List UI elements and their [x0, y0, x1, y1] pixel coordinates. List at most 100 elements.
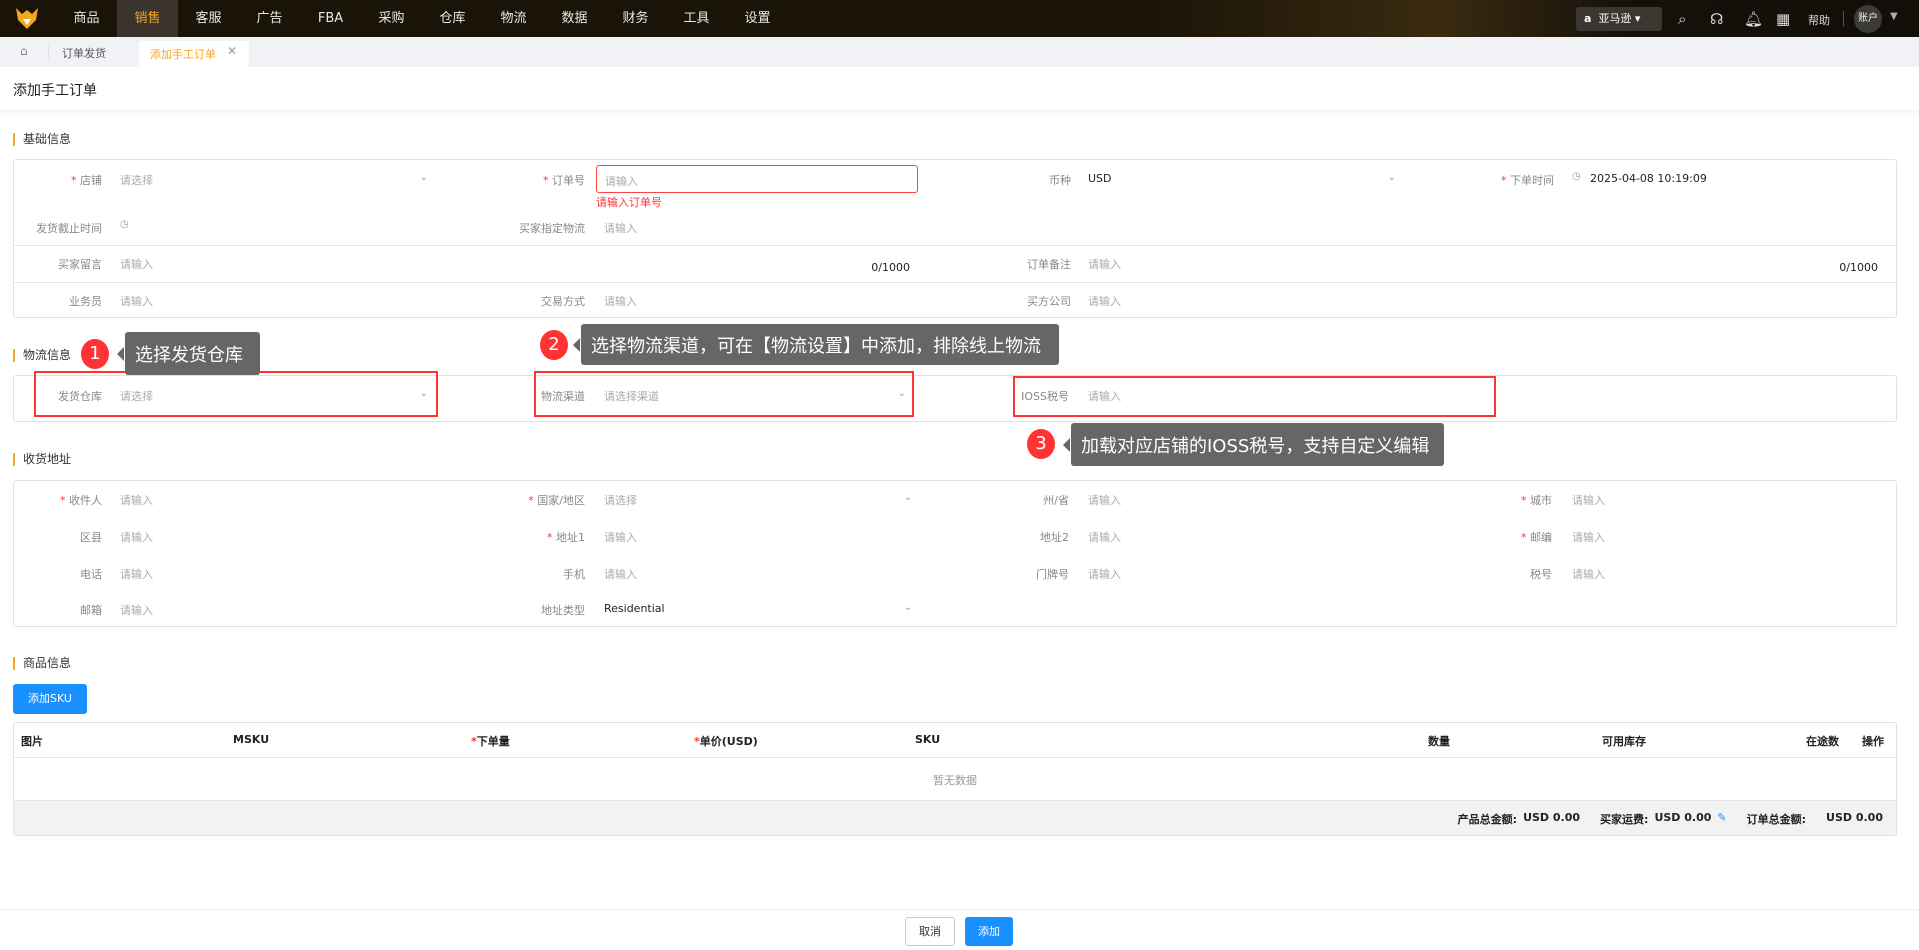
section-basic-info: 基础信息 [13, 133, 71, 146]
currency-select[interactable]: USD ⌄ [1084, 166, 1400, 192]
nav-item[interactable]: 采购 [361, 0, 422, 37]
table-header-cell: 操作 [1862, 735, 1884, 748]
account-dropdown-icon[interactable]: ▼ [1890, 11, 1898, 22]
address-input[interactable]: 请输入 [600, 560, 916, 586]
address-field-label: 手机 [563, 568, 585, 581]
tab-add-manual-order[interactable]: 添加手工订单 ✕ [139, 41, 249, 67]
nav-item[interactable]: 广告 [239, 0, 300, 37]
edit-icon[interactable]: ✎ [1717, 811, 1726, 827]
address-input[interactable]: 请输入 [116, 523, 432, 549]
address-input[interactable]: 请输入 [1084, 523, 1400, 549]
table-header-cell: *单价(USD) [694, 735, 758, 748]
ship-deadline-picker[interactable]: ◷ [116, 214, 416, 240]
store-label: * 店铺 [71, 174, 102, 187]
address-select[interactable]: 请选择 ⌄ [600, 486, 916, 512]
order-no-input[interactable]: 请输入 [596, 165, 918, 193]
order-time-label: * 下单时间 [1501, 174, 1554, 187]
buyer-logistics-label: 买家指定物流 [519, 222, 585, 235]
nav-item[interactable]: 商品 [56, 0, 117, 37]
ioss-label: IOSS税号 [1021, 390, 1069, 403]
help-link[interactable]: 帮助 [1808, 12, 1830, 28]
address-field-label: * 收件人 [60, 494, 102, 507]
table-header-cell: 可用库存 [1602, 735, 1646, 748]
cancel-button[interactable]: 取消 [905, 917, 955, 946]
char-counter: 0/1000 [871, 261, 910, 274]
table-header-cell: 在途数 [1806, 735, 1839, 748]
address-input[interactable]: 请输入 [116, 596, 432, 622]
apps-icon[interactable]: ▦ [1776, 10, 1790, 28]
nav-item[interactable]: 工具 [666, 0, 727, 37]
trade-method-label: 交易方式 [541, 295, 585, 308]
order-no-label: * 订单号 [543, 174, 585, 187]
home-icon[interactable]: ⌂ [20, 44, 28, 58]
chevron-down-icon: ⌄ [1387, 172, 1396, 183]
trade-method-input[interactable]: 请输入 [600, 287, 916, 313]
order-note-textarea[interactable]: 请输入 0/1000 [1084, 250, 1884, 278]
channel-label: 物流渠道 [541, 390, 585, 403]
ioss-input[interactable]: 请输入 [1084, 382, 1484, 408]
address-field-label: * 城市 [1521, 494, 1552, 507]
nav-item[interactable]: 仓库 [422, 0, 483, 37]
nav-item[interactable]: 财务 [605, 0, 666, 37]
chevron-down-icon: ⌄ [419, 172, 428, 183]
order-no-error: 请输入订单号 [596, 196, 662, 209]
submit-add-button[interactable]: 添加 [965, 917, 1013, 946]
store-select[interactable]: 请选择 ⌄ [116, 166, 432, 192]
logo-icon[interactable] [14, 6, 40, 30]
table-header-cell: MSKU [233, 733, 270, 746]
nav-item[interactable]: 物流 [483, 0, 544, 37]
close-icon[interactable]: ✕ [227, 44, 237, 58]
address-input[interactable]: 请输入 [1568, 523, 1884, 549]
address-input[interactable]: 请输入 [1084, 486, 1400, 512]
warehouse-select[interactable]: 请选择 ⌄ [116, 382, 432, 408]
nav-item[interactable]: 数据 [544, 0, 605, 37]
address-input[interactable]: 请输入 [116, 560, 432, 586]
address-input[interactable]: 请输入 [1568, 486, 1884, 512]
nav-item[interactable]: FBA [300, 0, 361, 37]
buyer-message-textarea[interactable]: 请输入 0/1000 [116, 250, 916, 278]
address-field-label: 地址类型 [541, 604, 585, 617]
callout-number-1: 1 [81, 339, 109, 369]
search-icon[interactable]: ⌕ [1678, 10, 1686, 28]
tab-order-shipping[interactable]: 订单发货 [62, 45, 106, 61]
page-title: 添加手工订单 [13, 83, 97, 99]
callout-2: 选择物流渠道，可在【物流设置】中添加，排除线上物流 [573, 324, 1059, 365]
address-field-label: 区县 [80, 531, 102, 544]
account-avatar[interactable]: 账户 [1854, 5, 1882, 33]
marketplace-selector[interactable]: a 亚马逊 ▾ [1576, 7, 1662, 31]
buyer-company-input[interactable]: 请输入 [1084, 287, 1400, 313]
headset-icon[interactable]: ☊ [1710, 10, 1723, 28]
nav-item[interactable]: 设置 [727, 0, 788, 37]
empty-state: 暂无数据 [933, 774, 977, 787]
add-sku-button[interactable]: 添加SKU [13, 684, 87, 714]
warehouse-label: 发货仓库 [58, 390, 102, 403]
address-field-label: * 地址1 [547, 531, 585, 544]
nav-item[interactable]: 客服 [178, 0, 239, 37]
table-header-cell: 图片 [21, 735, 43, 748]
address-select[interactable]: Residential ⌄ [600, 596, 916, 622]
callout-number-2: 2 [540, 330, 568, 360]
address-input[interactable]: 请输入 [1084, 560, 1400, 586]
clock-icon: ◷ [120, 219, 129, 230]
address-field-label: * 邮编 [1521, 531, 1552, 544]
bell-icon[interactable]: 🔔︎ [1744, 10, 1763, 28]
buyer-logistics-input[interactable]: 请输入 [600, 214, 916, 240]
chevron-down-icon: ⌄ [419, 388, 428, 399]
address-input[interactable]: 请输入 [600, 523, 916, 549]
order-time-picker[interactable]: ◷ 2025-04-08 10:19:09 [1570, 166, 1870, 192]
section-logistics-info: 物流信息 [13, 349, 71, 362]
salesperson-input[interactable]: 请输入 [116, 287, 432, 313]
address-field-label: 地址2 [1040, 531, 1069, 544]
channel-select[interactable]: 请选择渠道 ⌄ [600, 382, 910, 408]
order-summary: 产品总金额: USD 0.00 买家运费: USD 0.00 ✎ 订单总金额: USD … [1457, 811, 1883, 827]
address-input[interactable]: 请输入 [116, 486, 432, 512]
address-field-label: 门牌号 [1036, 568, 1069, 581]
tab-bar: ⌂ 订单发货 添加手工订单 ✕ [0, 37, 1919, 67]
table-header-cell: *下单量 [471, 735, 510, 748]
callout-3: 加载对应店铺的IOSS税号，支持自定义编辑 [1063, 423, 1444, 466]
address-input[interactable]: 请输入 [1568, 560, 1884, 586]
chevron-down-icon: ⌄ [903, 602, 912, 613]
nav-item[interactable]: 销售 [117, 0, 178, 37]
address-field-label: * 国家/地区 [528, 494, 585, 507]
amazon-icon: a [1584, 12, 1592, 25]
